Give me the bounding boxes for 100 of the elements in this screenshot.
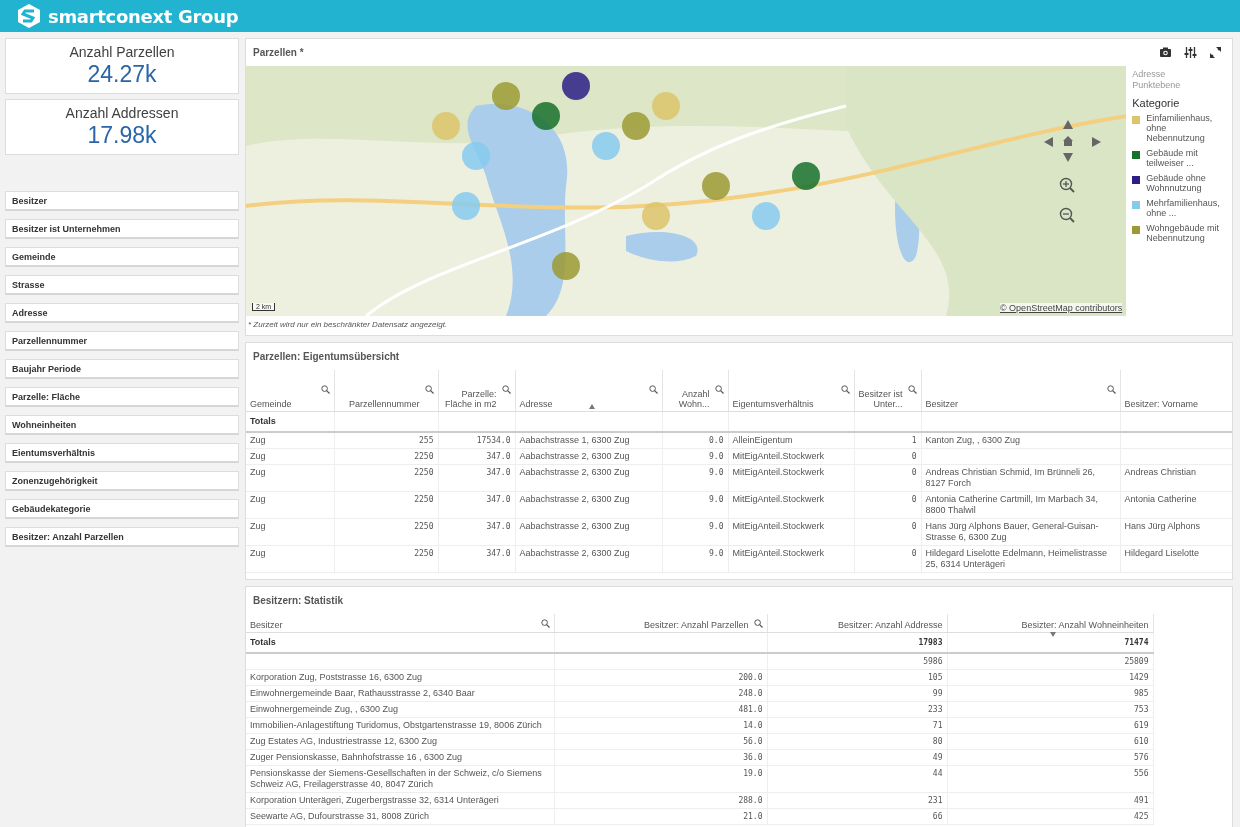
filter-button[interactable]: Besitzer ist Unternehmen <box>5 219 239 239</box>
table-cell: Zug <box>246 464 334 492</box>
panel-title: Parzellen: Eigentumsübersicht <box>252 350 401 364</box>
table-cell: 347.0 <box>438 518 515 546</box>
table-cell: Zug <box>246 545 334 573</box>
filter-button[interactable]: Besitzer: Anzahl Parzellen <box>5 527 239 547</box>
totals-cell: Totals <box>246 411 334 432</box>
attribution-link[interactable]: © OpenStreetMap contributors <box>1000 303 1123 313</box>
table-cell: 1 <box>854 432 921 449</box>
table-cell: Zug <box>246 432 334 449</box>
filter-button[interactable]: Parzelle: Fläche <box>5 387 239 407</box>
table-cell: 2250 <box>334 491 438 519</box>
table-cell: 576 <box>947 749 1153 766</box>
table-cell: MitEigAnteil.Stockwerk <box>728 518 854 546</box>
table-cell: Korporation Zug, Poststrasse 16, 6300 Zug <box>246 669 554 686</box>
filter-button[interactable]: Wohneinheiten <box>5 415 239 435</box>
filter-button[interactable]: Baujahr Periode <box>5 359 239 379</box>
filter-button[interactable]: Zonenzugehörigkeit <box>5 471 239 491</box>
table-cell: 14.0 <box>554 717 767 734</box>
sliders-icon[interactable] <box>1184 46 1197 59</box>
search-icon[interactable] <box>753 619 763 628</box>
table-cell: Zuger Pensionskasse, Bahnhofstrasse 16 , 6300 Zug <box>246 749 554 766</box>
table-cell: 66 <box>767 808 947 825</box>
legend-label: Einfamilienhaus, ohne Nebennutzung <box>1146 113 1214 143</box>
filter-button[interactable]: Parzellennummer <box>5 331 239 351</box>
search-icon[interactable] <box>648 385 658 394</box>
zoom-in-icon[interactable] <box>1059 177 1075 193</box>
table-cell: 200.0 <box>554 669 767 686</box>
search-icon[interactable] <box>540 619 550 628</box>
search-icon[interactable] <box>424 385 434 394</box>
table-cell: 2250 <box>334 464 438 492</box>
filter-button[interactable]: Gemeinde <box>5 247 239 267</box>
table-cell: MitEigAnteil.Stockwerk <box>728 464 854 492</box>
search-icon[interactable] <box>840 385 850 394</box>
column-header[interactable]: Adresse <box>515 370 662 412</box>
table-cell: 9.0 <box>662 491 728 519</box>
column-header[interactable]: Besitzer: Anzahl Addresse <box>767 614 947 633</box>
camera-icon[interactable] <box>1159 46 1172 59</box>
table-cell: 17534.0 <box>438 432 515 449</box>
home-icon[interactable] <box>1062 135 1074 147</box>
up-arrow-icon[interactable] <box>1062 119 1074 131</box>
kpi-value: 17.98k <box>87 121 157 149</box>
filter-button[interactable]: Gebäudekategorie <box>5 499 239 519</box>
table-cell: Aabachstrasse 2, 6300 Zug <box>515 464 662 492</box>
search-icon[interactable] <box>907 385 917 394</box>
column-header[interactable]: Parzellennummer <box>334 370 438 412</box>
table-cell: Aabachstrasse 1, 6300 Zug <box>515 432 662 449</box>
table-cell: 0 <box>854 491 921 519</box>
zoom-out-icon[interactable] <box>1059 207 1075 223</box>
table-cell: 21.0 <box>554 808 767 825</box>
table-cell: Aabachstrasse 2, 6300 Zug <box>515 545 662 573</box>
table-cell: Aabachstrasse 2, 6300 Zug <box>515 448 662 465</box>
column-header[interactable]: Besitzer ist Unter... <box>854 370 921 412</box>
search-icon[interactable] <box>1106 385 1116 394</box>
table-cell: 9.0 <box>662 448 728 465</box>
column-header[interactable]: Besitzer: Vorname <box>1120 370 1232 412</box>
table-cell: 9.0 <box>662 545 728 573</box>
filter-button[interactable]: Eientumsverhältnis <box>5 443 239 463</box>
table-cell: 9.0 <box>662 518 728 546</box>
table-cell: Einwohnergemeinde Zug, , 6300 Zug <box>246 701 554 718</box>
table-cell: Aabachstrasse 2, 6300 Zug <box>515 518 662 546</box>
expand-icon[interactable] <box>1209 46 1222 59</box>
legend-label: Gebäude ohne Wohnnutzung <box>1146 173 1207 193</box>
panel-title: Parzellen * <box>252 46 305 60</box>
filter-button[interactable]: Strasse <box>5 275 239 295</box>
right-arrow-icon[interactable] <box>1090 136 1102 148</box>
table-cell: Zug <box>246 448 334 465</box>
table-cell: 36.0 <box>554 749 767 766</box>
table-cell: 99 <box>767 685 947 702</box>
column-header[interactable]: Besitzer <box>246 614 554 633</box>
column-header[interactable]: Gemeinde <box>246 370 334 412</box>
table-cell: Hildegard Liselotte Edelmann, Heimelistrasse 25, 6314 Unterägeri <box>921 545 1120 573</box>
table-cell: Einwohnergemeinde Baar, Rathausstrasse 2, 6340 Baar <box>246 685 554 702</box>
table-cell: MitEigAnteil.Stockwerk <box>728 448 854 465</box>
left-arrow-icon[interactable] <box>1043 136 1055 148</box>
table-cell: 1429 <box>947 669 1153 686</box>
search-icon[interactable] <box>714 385 724 394</box>
column-header[interactable]: Anzahl Wohn... <box>662 370 728 412</box>
search-icon[interactable] <box>320 385 330 394</box>
table-cell: 5986 <box>767 653 947 670</box>
column-header[interactable]: Parzelle: Fläche in m2 <box>438 370 515 412</box>
column-header[interactable]: Besizter: Anzahl Wohneinheiten <box>947 614 1153 633</box>
column-header[interactable]: Besitzer <box>921 370 1120 412</box>
table-cell: Hans Jürg Alphons <box>1120 518 1232 546</box>
column-header[interactable]: Eigentumsverhältnis <box>728 370 854 412</box>
table-cell: Andreas Christian Schmid, Im Brünneli 26, 8127 Forch <box>921 464 1120 492</box>
search-icon[interactable] <box>501 385 511 394</box>
kpi-label: Anzahl Addressen <box>65 105 179 121</box>
down-arrow-icon[interactable] <box>1062 151 1074 163</box>
table-cell: Korporation Unterägeri, Zugerbergstrasse 32, 6314 Unterägeri <box>246 792 554 809</box>
legend-label: Wohngebäude mit Nebennutzung <box>1146 223 1221 243</box>
table-cell: 80 <box>767 733 947 750</box>
filter-button[interactable]: Adresse <box>5 303 239 323</box>
table-cell: 105 <box>767 669 947 686</box>
filter-button[interactable]: Besitzer <box>5 191 239 211</box>
table-cell: 347.0 <box>438 491 515 519</box>
table-cell: 2250 <box>334 545 438 573</box>
legend-label: Gebäude mit teilweiser ... <box>1146 148 1199 168</box>
column-header[interactable]: Besitzer: Anzahl Parzellen <box>554 614 767 633</box>
table-cell: AlleinEigentum <box>728 432 854 449</box>
